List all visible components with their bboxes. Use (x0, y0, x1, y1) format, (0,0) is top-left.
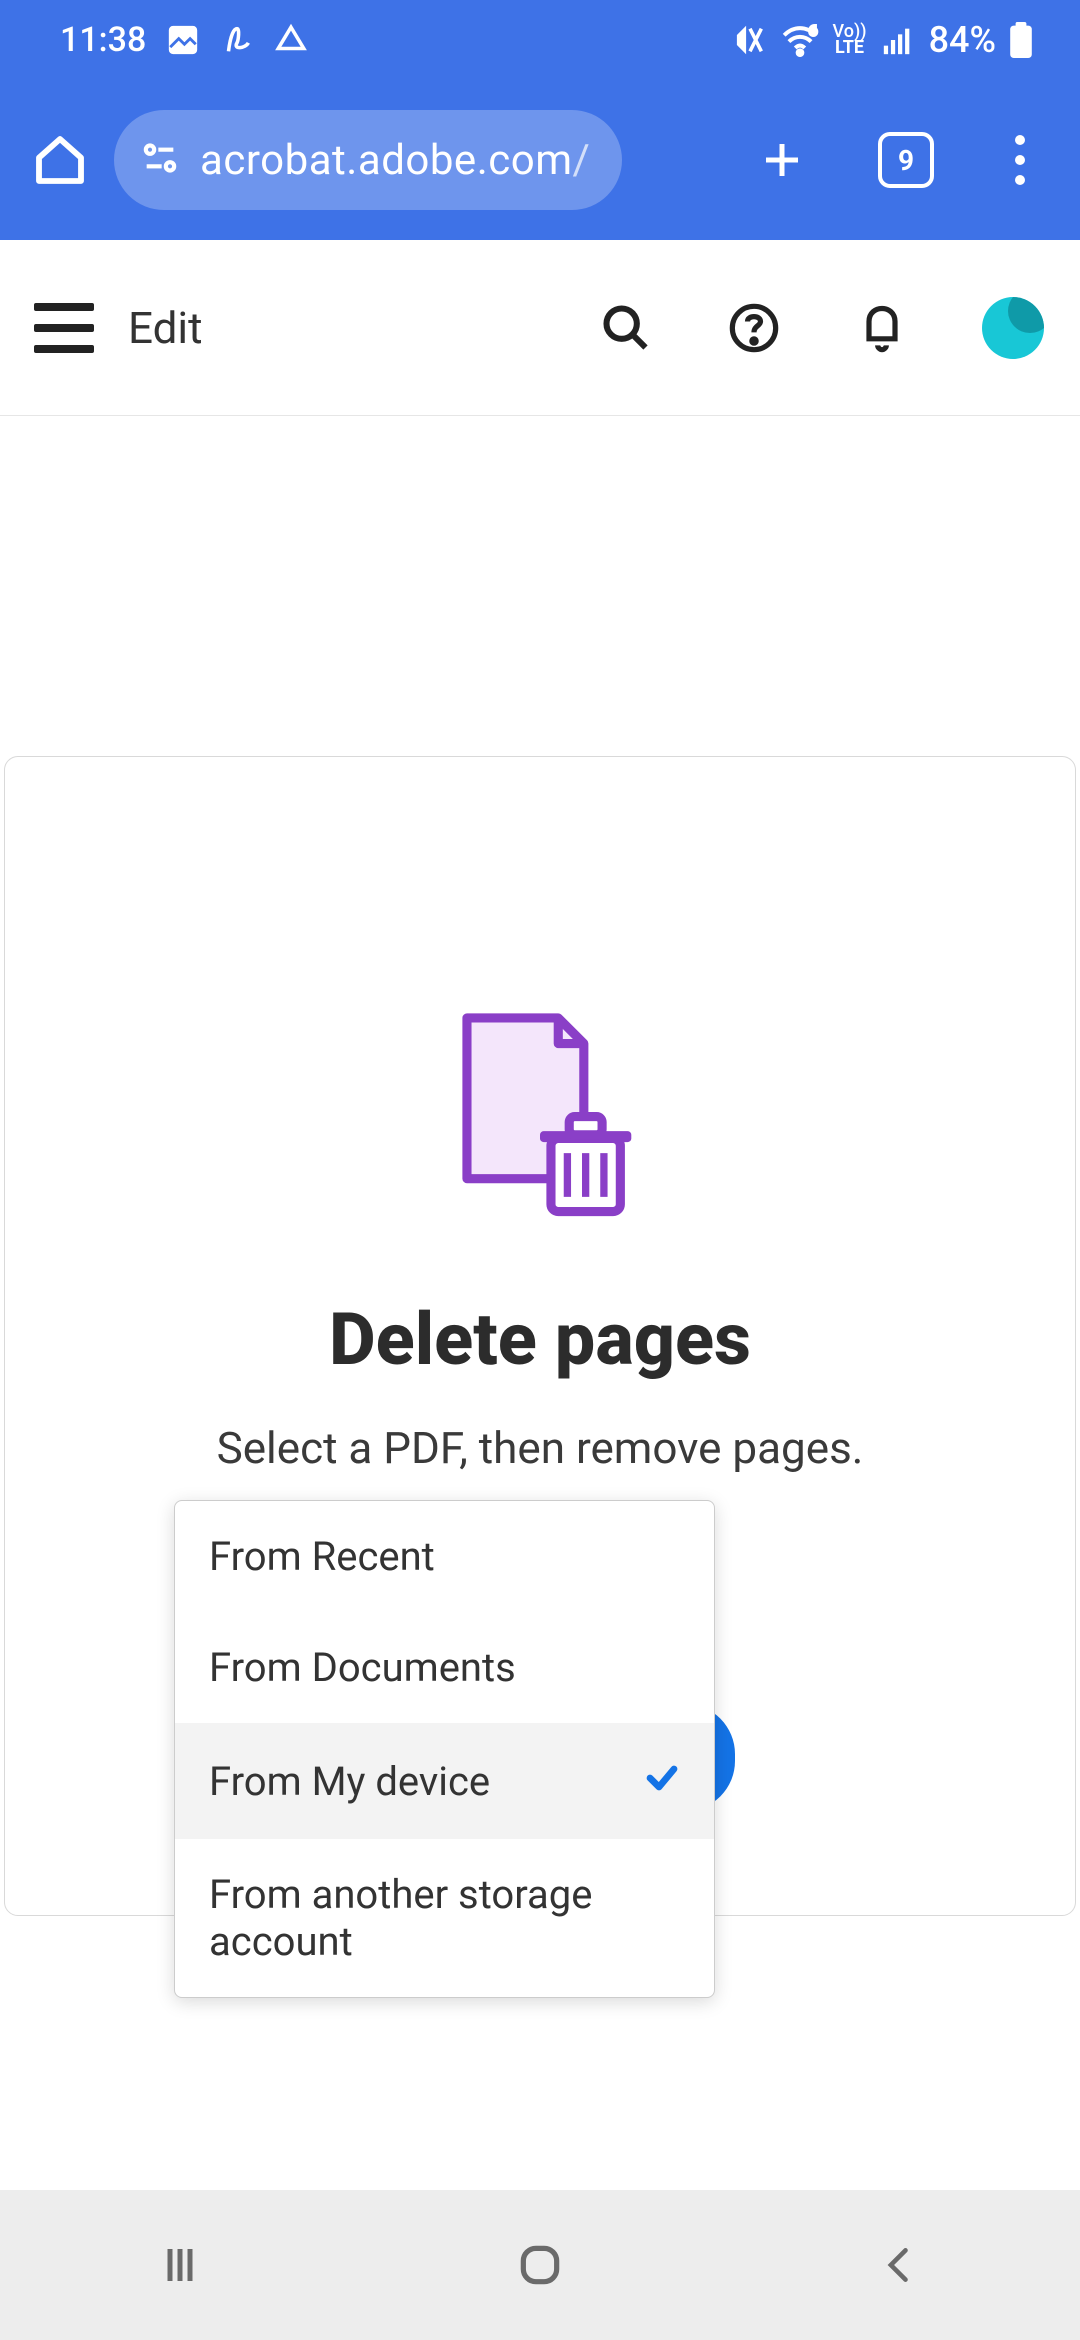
help-button[interactable] (722, 296, 786, 360)
notifications-button[interactable] (850, 296, 914, 360)
url-text: acrobat.adobe.com/ (200, 136, 590, 185)
recents-nav-button[interactable] (150, 2235, 210, 2295)
url-bar[interactable]: acrobat.adobe.com/ (114, 110, 622, 210)
home-nav-button[interactable] (510, 2235, 570, 2295)
url-domain: acrobat.adobe.com (200, 136, 573, 185)
site-settings-icon[interactable] (140, 138, 180, 182)
url-path: / (573, 136, 591, 185)
battery-icon (1010, 22, 1032, 58)
status-left-group: 11:38 (60, 20, 308, 60)
card-subtitle: Select a PDF, then remove pages. (5, 1422, 1075, 1474)
check-icon (644, 1755, 680, 1807)
main-content: Delete pages Select a PDF, then remove p… (0, 416, 1080, 1916)
dropdown-item-my-device[interactable]: From My device (175, 1723, 714, 1839)
android-status-bar: 11:38 6 Vo)) LTE 84% (0, 0, 1080, 80)
search-button[interactable] (594, 296, 658, 360)
status-right-group: 6 Vo)) LTE 84% (733, 19, 1032, 61)
android-nav-bar (0, 2190, 1080, 2340)
signal-icon (881, 23, 915, 57)
new-tab-button[interactable] (752, 130, 812, 190)
dropdown-item-label: From another storage account (209, 1871, 680, 1965)
dropdown-item-documents[interactable]: From Documents (175, 1612, 714, 1723)
dropdown-item-another-storage[interactable]: From another storage account (175, 1839, 714, 1997)
dropdown-item-label: From Documents (209, 1644, 516, 1691)
acrobat-notif-icon (220, 23, 254, 57)
svg-text:6: 6 (809, 24, 816, 39)
tab-count-number: 9 (898, 144, 914, 177)
tabs-button[interactable]: 9 (876, 130, 936, 190)
dropdown-item-label: From Recent (209, 1533, 435, 1580)
wifi-icon: 6 (781, 23, 819, 57)
file-source-dropdown: From Recent From Documents From My devic… (174, 1500, 715, 1998)
drive-notif-icon (274, 23, 308, 57)
image-icon (166, 23, 200, 57)
dropdown-item-label: From My device (209, 1758, 490, 1805)
browser-home-button[interactable] (30, 130, 90, 190)
menu-icon[interactable] (34, 303, 94, 353)
clock: 11:38 (60, 20, 146, 60)
browser-menu-button[interactable] (1000, 130, 1040, 190)
dropdown-item-recent[interactable]: From Recent (175, 1501, 714, 1612)
vibrate-icon (733, 23, 767, 57)
card-heading: Delete pages (5, 1297, 1075, 1382)
battery-percent: 84% (929, 19, 996, 61)
browser-toolbar: acrobat.adobe.com/ 9 (0, 80, 1080, 240)
profile-avatar[interactable] (982, 297, 1044, 359)
back-nav-button[interactable] (870, 2235, 930, 2295)
page-title: Edit (128, 302, 203, 354)
delete-pages-icon (5, 1007, 1075, 1217)
app-header: Edit (0, 240, 1080, 416)
lte-label: LTE (833, 40, 867, 56)
volte-icon: Vo)) LTE (833, 24, 867, 56)
